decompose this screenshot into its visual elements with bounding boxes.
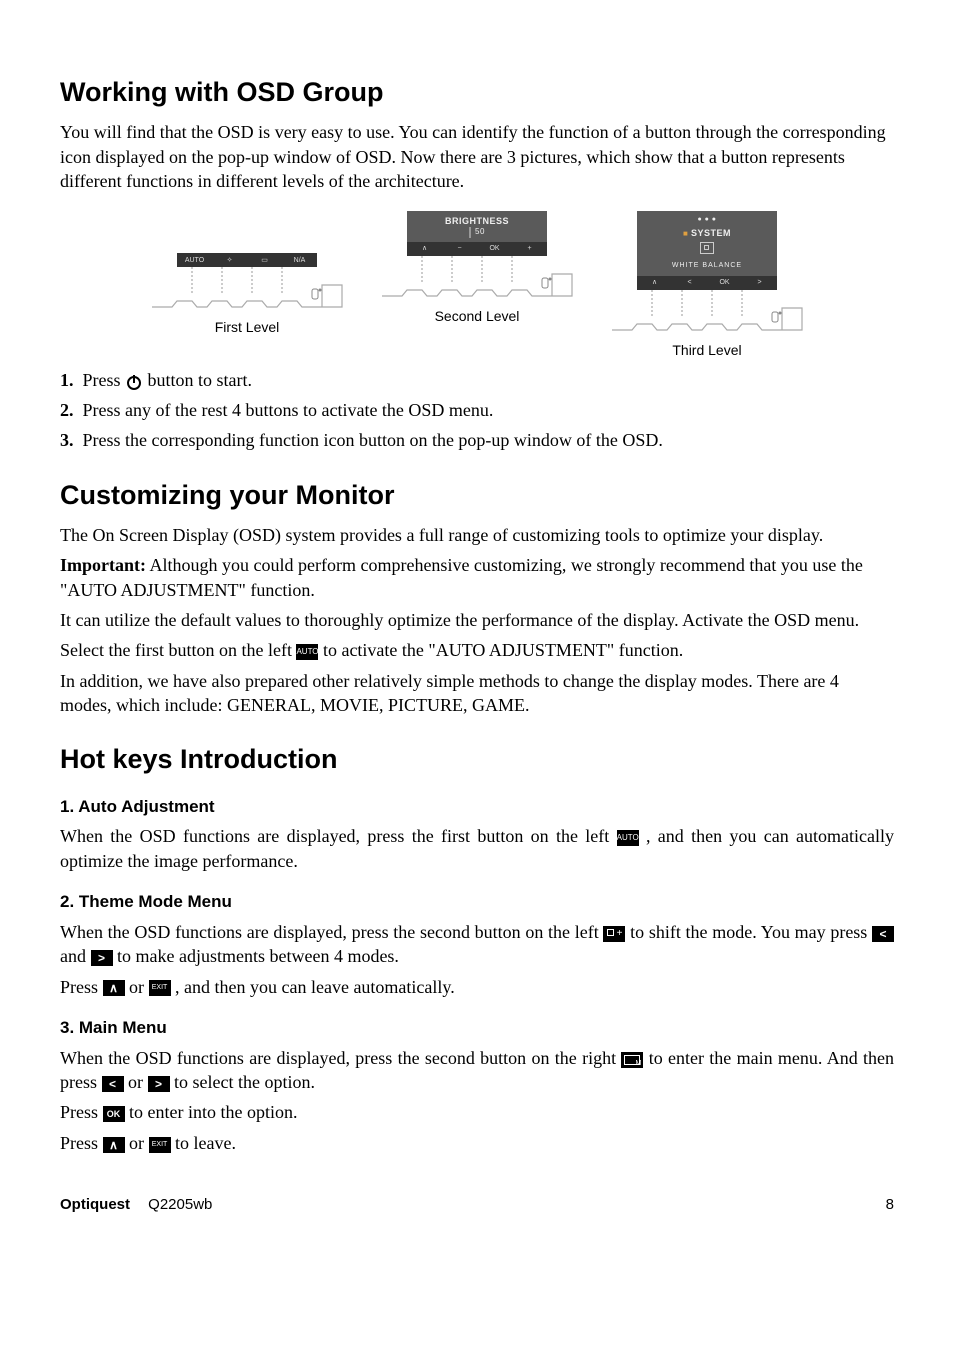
- exit-icon: EXIT: [149, 1137, 171, 1153]
- footer-brand: Optiquest: [60, 1196, 130, 1213]
- step-3: 3. Press the corresponding function icon…: [60, 428, 894, 452]
- diagram-second-level: BRIGHTNESS 50 ∧ − OK + Second Level: [377, 211, 577, 359]
- theme-icon: [603, 926, 625, 942]
- monitor-edge-icon: [147, 267, 347, 312]
- diagram-label-second: Second Level: [435, 307, 520, 326]
- button-strip-third: ∧ < OK >: [637, 276, 777, 290]
- hotkey-main-line3: Press ∧ or EXIT to leave.: [60, 1131, 894, 1155]
- menu-icon: [621, 1052, 643, 1068]
- diagram-third-level: ● ● ● ■ SYSTEM WHITE BALANCE ∧ < OK > Th…: [607, 211, 807, 359]
- step-2: 2. Press any of the rest 4 buttons to ac…: [60, 398, 894, 422]
- hotkey-main-line1: When the OSD functions are displayed, pr…: [60, 1046, 894, 1095]
- monitor-edge-icon: [607, 290, 807, 335]
- exit-icon: EXIT: [149, 980, 171, 996]
- right-arrow-icon: >: [148, 1076, 170, 1092]
- page-footer: Optiquest Q2205wb 8: [60, 1195, 894, 1215]
- diagram-label-third: Third Level: [672, 341, 741, 360]
- diagram-label-first: First Level: [215, 318, 280, 337]
- working-intro: You will find that the OSD is very easy …: [60, 120, 894, 193]
- hotkey-main-line2: Press OK to enter into the option.: [60, 1100, 894, 1124]
- auto-icon: AUTO: [617, 830, 639, 846]
- button-strip-first: AUTO ✧ ▭ N/A: [177, 253, 317, 267]
- osd-popup-system: ● ● ● ■ SYSTEM WHITE BALANCE: [637, 211, 777, 275]
- customizing-p5: In addition, we have also prepared other…: [60, 669, 894, 718]
- hotkey-h2: 2. Theme Mode Menu: [60, 891, 894, 914]
- up-arrow-icon: ∧: [103, 1137, 125, 1153]
- hotkey-auto: When the OSD functions are displayed, pr…: [60, 824, 894, 873]
- osd-popup-brightness: BRIGHTNESS 50: [407, 211, 547, 241]
- footer-model: Q2205wb: [148, 1196, 212, 1213]
- left-arrow-icon: <: [102, 1076, 124, 1092]
- customizing-p3: It can utilize the default values to tho…: [60, 608, 894, 632]
- hotkey-h1: 1. Auto Adjustment: [60, 796, 894, 819]
- auto-icon: AUTO: [296, 644, 318, 660]
- osd-diagrams: AUTO ✧ ▭ N/A First Level BRIGHTNESS 50: [60, 211, 894, 359]
- up-arrow-icon: ∧: [103, 980, 125, 996]
- heading-working: Working with OSD Group: [60, 74, 894, 110]
- customizing-important: Important: Although you could perform co…: [60, 553, 894, 602]
- hotkey-theme-line2: Press ∧ or EXIT , and then you can leave…: [60, 975, 894, 999]
- footer-page: 8: [886, 1195, 894, 1215]
- button-strip-second: ∧ − OK +: [407, 242, 547, 256]
- heading-customizing: Customizing your Monitor: [60, 477, 894, 513]
- hotkey-theme-line1: When the OSD functions are displayed, pr…: [60, 920, 894, 969]
- diagram-first-level: AUTO ✧ ▭ N/A First Level: [147, 211, 347, 359]
- step-1: 1. Press button to start.: [60, 368, 894, 392]
- power-icon: [125, 373, 143, 391]
- monitor-edge-icon: [377, 256, 577, 301]
- hotkey-h3: 3. Main Menu: [60, 1017, 894, 1040]
- customizing-p4: Select the first button on the left AUTO…: [60, 638, 894, 662]
- customizing-p1: The On Screen Display (OSD) system provi…: [60, 523, 894, 547]
- right-arrow-icon: >: [91, 950, 113, 966]
- heading-hotkeys: Hot keys Introduction: [60, 741, 894, 777]
- left-arrow-icon: <: [872, 926, 894, 942]
- ok-icon: OK: [103, 1106, 125, 1122]
